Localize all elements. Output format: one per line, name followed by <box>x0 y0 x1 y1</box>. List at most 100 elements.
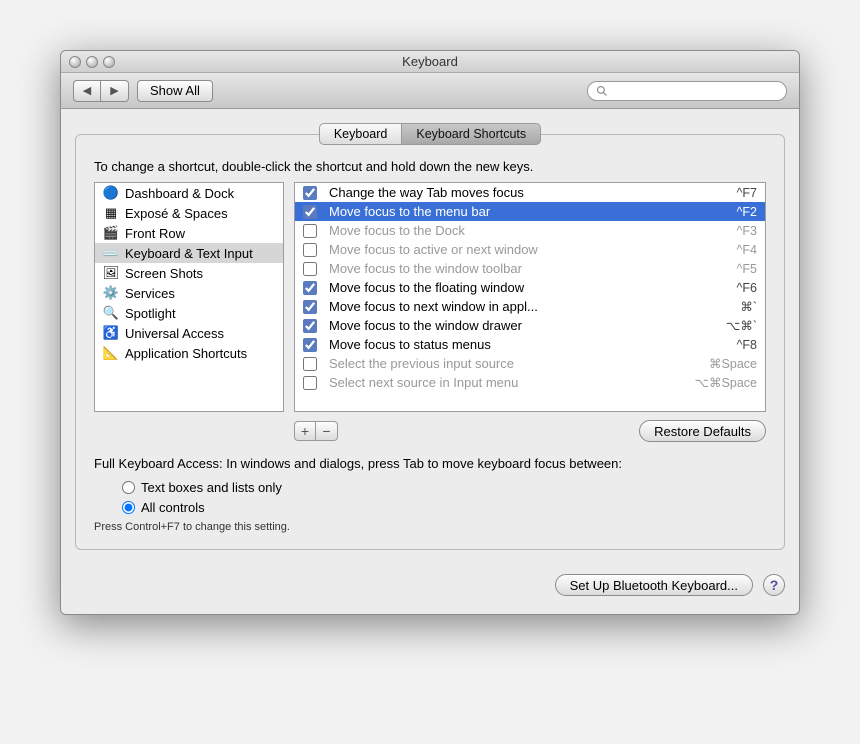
category-icon: 🖼 <box>103 265 119 281</box>
category-item[interactable]: ⚙️Services <box>95 283 283 303</box>
category-label: Exposé & Spaces <box>125 206 228 221</box>
shortcut-row[interactable]: Move focus to the window drawer⌥⌘` <box>295 316 765 335</box>
window-title: Keyboard <box>61 54 799 69</box>
shortcut-row[interactable]: Move focus to status menus^F8 <box>295 335 765 354</box>
search-icon <box>596 85 608 97</box>
restore-defaults-button[interactable]: Restore Defaults <box>639 420 766 442</box>
shortcut-label: Move focus to status menus <box>319 337 677 352</box>
help-button[interactable]: ? <box>763 574 785 596</box>
category-label: Universal Access <box>125 326 224 341</box>
radio-textboxes[interactable] <box>122 481 135 494</box>
shortcut-checkbox[interactable] <box>303 300 317 314</box>
chevron-right-icon: ▶ <box>110 84 118 97</box>
tab-keyboard-shortcuts[interactable]: Keyboard Shortcuts <box>402 123 541 145</box>
shortcut-label: Move focus to the window drawer <box>319 318 677 333</box>
forward-button[interactable]: ▶ <box>101 80 129 102</box>
fka-heading: Full Keyboard Access: In windows and dia… <box>94 456 766 471</box>
shortcut-row[interactable]: Move focus to the floating window^F6 <box>295 278 765 297</box>
titlebar: Keyboard <box>61 51 799 73</box>
shortcut-checkbox-wrap <box>301 319 319 333</box>
show-all-button[interactable]: Show All <box>137 80 213 102</box>
shortcut-key: ⌘` <box>677 299 757 314</box>
full-keyboard-access: Full Keyboard Access: In windows and dia… <box>94 456 766 533</box>
shortcut-checkbox-wrap <box>301 300 319 314</box>
shortcut-row[interactable]: Change the way Tab moves focus^F7 <box>295 183 765 202</box>
category-item[interactable]: ▦ Exposé & Spaces <box>95 203 283 223</box>
plus-icon: + <box>301 423 309 439</box>
category-list[interactable]: 🔵 Dashboard & Dock ▦ Exposé & Spaces 🎬Front … <box>94 182 284 412</box>
fka-option-textboxes[interactable]: Text boxes and lists only <box>122 477 766 497</box>
shortcut-row[interactable]: Move focus to the window toolbar^F5 <box>295 259 765 278</box>
remove-button[interactable]: − <box>316 421 338 441</box>
shortcut-list[interactable]: Change the way Tab moves focus^F7Move fo… <box>294 182 766 412</box>
category-icon: 🔵 <box>103 185 119 201</box>
category-icon: ♿ <box>103 325 119 341</box>
add-remove-buttons: + − <box>294 421 338 441</box>
shortcut-row[interactable]: Move focus to next window in appl...⌘` <box>295 297 765 316</box>
shortcut-key: ⌘Space <box>677 356 757 371</box>
category-item[interactable]: 🖼 Screen Shots <box>95 263 283 283</box>
toolbar: ◀ ▶ Show All <box>61 73 799 109</box>
shortcut-label: Move focus to the floating window <box>319 280 677 295</box>
shortcut-checkbox[interactable] <box>303 186 317 200</box>
category-label: Screen Shots <box>125 266 203 281</box>
shortcut-label: Move focus to the window toolbar <box>319 261 677 276</box>
add-button[interactable]: + <box>294 421 316 441</box>
shortcut-key: ^F8 <box>677 338 757 352</box>
shortcut-label: Select next source in Input menu <box>319 375 677 390</box>
category-item[interactable]: ⌨️Keyboard & Text Input <box>95 243 283 263</box>
category-item[interactable]: 🔍Spotlight <box>95 303 283 323</box>
category-label: Front Row <box>125 226 185 241</box>
shortcut-checkbox[interactable] <box>303 376 317 390</box>
shortcut-row[interactable]: Select the previous input source⌘Space <box>295 354 765 373</box>
back-button[interactable]: ◀ <box>73 80 101 102</box>
shortcut-key: ^F6 <box>677 281 757 295</box>
minimize-icon[interactable] <box>86 56 98 68</box>
shortcut-row[interactable]: Move focus to the Dock^F3 <box>295 221 765 240</box>
category-item[interactable]: 🔵 Dashboard & Dock <box>95 183 283 203</box>
search-field[interactable] <box>587 81 787 101</box>
shortcut-checkbox[interactable] <box>303 338 317 352</box>
category-icon: ▦ <box>103 205 119 221</box>
fka-option2-label: All controls <box>141 500 205 515</box>
bluetooth-keyboard-button[interactable]: Set Up Bluetooth Keyboard... <box>555 574 753 596</box>
shortcut-row[interactable]: Move focus to active or next window^F4 <box>295 240 765 259</box>
search-input[interactable] <box>612 83 778 99</box>
instruction-text: To change a shortcut, double-click the s… <box>94 159 766 174</box>
tab-keyboard[interactable]: Keyboard <box>319 123 403 145</box>
tabs: KeyboardKeyboard Shortcuts <box>319 123 541 145</box>
shortcut-checkbox-wrap <box>301 205 319 219</box>
shortcut-row[interactable]: Move focus to the menu bar^F2 <box>295 202 765 221</box>
category-icon: ⚙️ <box>103 285 119 301</box>
preferences-window: Keyboard ◀ ▶ Show All KeyboardKeyboard S… <box>60 50 800 615</box>
shortcut-key: ^F3 <box>677 224 757 238</box>
shortcut-checkbox-wrap <box>301 357 319 371</box>
shortcut-checkbox-wrap <box>301 376 319 390</box>
category-label: Keyboard & Text Input <box>125 246 253 261</box>
show-all-label: Show All <box>150 83 200 98</box>
close-icon[interactable] <box>69 56 81 68</box>
radio-all-controls[interactable] <box>122 501 135 514</box>
shortcut-key: ^F2 <box>677 205 757 219</box>
shortcut-checkbox[interactable] <box>303 262 317 276</box>
shortcut-checkbox-wrap <box>301 281 319 295</box>
shortcut-checkbox[interactable] <box>303 357 317 371</box>
category-item[interactable]: 📐Application Shortcuts <box>95 343 283 363</box>
category-item[interactable]: 🎬Front Row <box>95 223 283 243</box>
fka-option-all[interactable]: All controls <box>122 497 766 517</box>
footer: Set Up Bluetooth Keyboard... ? <box>75 574 785 596</box>
category-item[interactable]: ♿ Universal Access <box>95 323 283 343</box>
shortcut-checkbox[interactable] <box>303 281 317 295</box>
shortcut-key: ^F5 <box>677 262 757 276</box>
shortcut-label: Select the previous input source <box>319 356 677 371</box>
shortcut-checkbox[interactable] <box>303 319 317 333</box>
zoom-icon[interactable] <box>103 56 115 68</box>
shortcut-checkbox[interactable] <box>303 243 317 257</box>
shortcut-checkbox-wrap <box>301 224 319 238</box>
traffic-lights <box>61 56 115 68</box>
shortcut-checkbox[interactable] <box>303 224 317 238</box>
shortcut-label: Move focus to the Dock <box>319 223 677 238</box>
shortcut-checkbox[interactable] <box>303 205 317 219</box>
category-label: Dashboard & Dock <box>125 186 234 201</box>
shortcut-row[interactable]: Select next source in Input menu⌥⌘Space <box>295 373 765 392</box>
